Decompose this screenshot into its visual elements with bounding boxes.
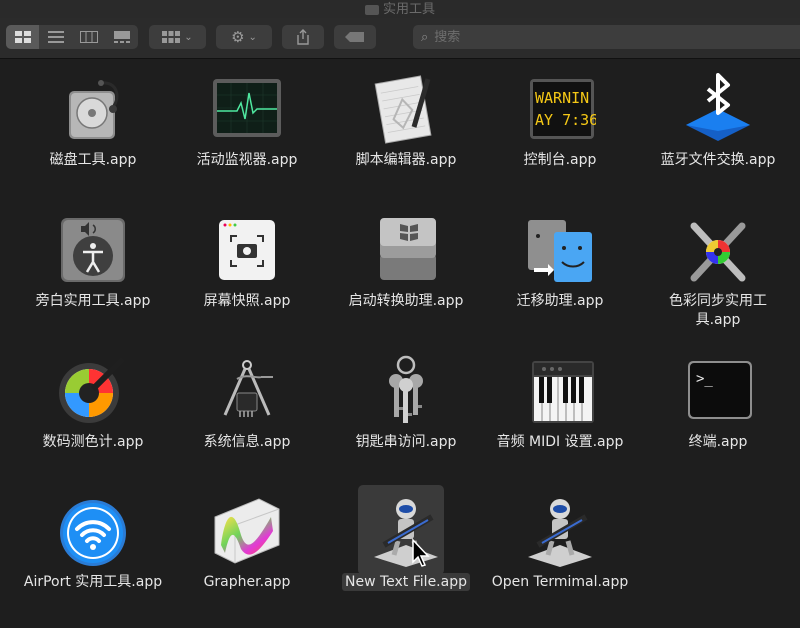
grid-item-voiceover-utility[interactable]: 旁白实用工具.app — [18, 214, 168, 311]
grid-item-system-information[interactable]: 系统信息.app — [172, 355, 322, 452]
folder-icon — [364, 4, 379, 15]
activity-monitor-icon — [211, 73, 283, 145]
action-button[interactable]: ⚙ ⌄ — [216, 25, 272, 49]
automator-icon — [358, 485, 444, 575]
grid-item-keychain-access[interactable]: 钥匙串访问.app — [331, 355, 481, 452]
item-label: 磁盘工具.app — [49, 152, 137, 168]
item-label: 脚本编辑器.app — [355, 152, 457, 168]
console-time-text: AY 7:36 — [535, 111, 596, 129]
grid-item-screenshot[interactable]: 屏幕快照.app — [172, 214, 322, 311]
grid-item-audio-midi-setup[interactable]: 音频 MIDI 设置.app — [485, 355, 635, 452]
item-label: 蓝牙文件交换.app — [660, 152, 776, 168]
grid-item-open-terminal[interactable]: Open Termimal.app — [485, 495, 635, 592]
item-label: New Text File.app — [336, 573, 476, 592]
disk-utility-icon — [57, 73, 129, 145]
grid-item-migration-assistant[interactable]: 迁移助理.app — [485, 214, 635, 311]
chevron-down-icon: ⌄ — [184, 31, 193, 43]
grid-item-new-text-file[interactable]: New Text File.app — [331, 485, 481, 592]
gear-icon: ⚙ — [231, 28, 245, 46]
item-label: Open Termimal.app — [491, 574, 629, 590]
grid-item-airport-utility[interactable]: AirPort 实用工具.app — [18, 495, 168, 592]
item-label: Grapher.app — [203, 574, 291, 590]
gallery-view-button[interactable] — [105, 25, 138, 49]
grid-item-digital-color-meter[interactable]: 数码测色计.app — [18, 355, 168, 452]
item-label: 色彩同步实用工具.app — [669, 293, 767, 328]
grid-item-terminal[interactable]: >_ 终端.app — [643, 355, 793, 452]
item-label: 迁移助理.app — [516, 293, 604, 309]
grapher-icon — [211, 495, 283, 567]
item-label-text: New Text File.app — [342, 573, 470, 591]
piano-keyboard-icon — [524, 355, 596, 427]
tag-icon — [345, 32, 364, 42]
bluetooth-icon — [682, 73, 754, 145]
grid-item-colorsync-utility[interactable]: 色彩同步实用工具.app — [643, 214, 793, 330]
window-title: 实用工具 — [0, 0, 800, 17]
item-label: 活动监视器.app — [196, 152, 298, 168]
share-button[interactable] — [282, 25, 324, 49]
view-mode-segment — [6, 25, 138, 49]
item-label: 终端.app — [688, 434, 748, 450]
search-input[interactable] — [432, 28, 737, 46]
item-label: 旁白实用工具.app — [35, 293, 151, 309]
tag-button[interactable] — [334, 25, 376, 49]
item-label: 启动转换助理.app — [348, 293, 464, 309]
system-information-icon — [211, 355, 283, 427]
list-view-button[interactable] — [39, 25, 72, 49]
file-grid: 磁盘工具.app 活动监视器.app 脚本编辑器.app WARNIN AY 7… — [0, 59, 800, 628]
script-editor-icon — [370, 73, 442, 145]
keychain-icon — [370, 355, 442, 427]
item-label: 数码测色计.app — [42, 434, 144, 450]
grid-item-script-editor[interactable]: 脚本编辑器.app — [331, 73, 481, 170]
group-grid-icon — [162, 31, 181, 43]
search-field[interactable]: ⌕ — [413, 25, 800, 49]
search-icon: ⌕ — [421, 29, 429, 45]
grid-item-boot-camp-assistant[interactable]: 启动转换助理.app — [331, 214, 481, 311]
item-label: 控制台.app — [523, 152, 597, 168]
gallery-view-icon — [113, 31, 130, 43]
screenshot-icon — [211, 214, 283, 286]
grid-item-console[interactable]: WARNIN AY 7:36 控制台.app — [485, 73, 635, 170]
grid-item-grapher[interactable]: Grapher.app — [172, 495, 322, 592]
item-label: AirPort 实用工具.app — [23, 574, 163, 590]
colorsync-icon — [682, 214, 754, 286]
item-label: 系统信息.app — [203, 434, 291, 450]
icon-view-icon — [14, 31, 31, 43]
column-view-button[interactable] — [72, 25, 105, 49]
title-bar: 实用工具 — [0, 0, 800, 18]
digital-color-meter-icon — [57, 355, 129, 427]
terminal-icon: >_ — [682, 355, 754, 427]
toolbar: ⌄ ⚙ ⌄ ⌕ — [0, 18, 800, 59]
item-label: 屏幕快照.app — [203, 293, 291, 309]
grid-item-disk-utility[interactable]: 磁盘工具.app — [18, 73, 168, 170]
column-view-icon — [79, 31, 98, 43]
voiceover-icon — [57, 214, 129, 286]
console-icon: WARNIN AY 7:36 — [524, 73, 596, 145]
console-warning-text: WARNIN — [535, 89, 589, 107]
item-label: 音频 MIDI 设置.app — [496, 434, 624, 450]
wifi-icon — [57, 495, 129, 567]
group-by-button[interactable]: ⌄ — [149, 25, 206, 49]
mouse-cursor-icon — [412, 538, 430, 567]
share-icon — [297, 29, 309, 45]
icon-view-button[interactable] — [6, 25, 39, 49]
chevron-down-icon: ⌄ — [248, 31, 257, 43]
list-view-icon — [47, 31, 64, 43]
item-label: 钥匙串访问.app — [355, 434, 457, 450]
grid-item-activity-monitor[interactable]: 活动监视器.app — [172, 73, 322, 170]
migration-assistant-icon — [524, 214, 596, 286]
grid-item-bluetooth-file-exchange[interactable]: 蓝牙文件交换.app — [643, 73, 793, 170]
boot-camp-icon — [370, 214, 442, 286]
automator-icon — [524, 495, 596, 567]
terminal-prompt-text: >_ — [696, 371, 713, 387]
